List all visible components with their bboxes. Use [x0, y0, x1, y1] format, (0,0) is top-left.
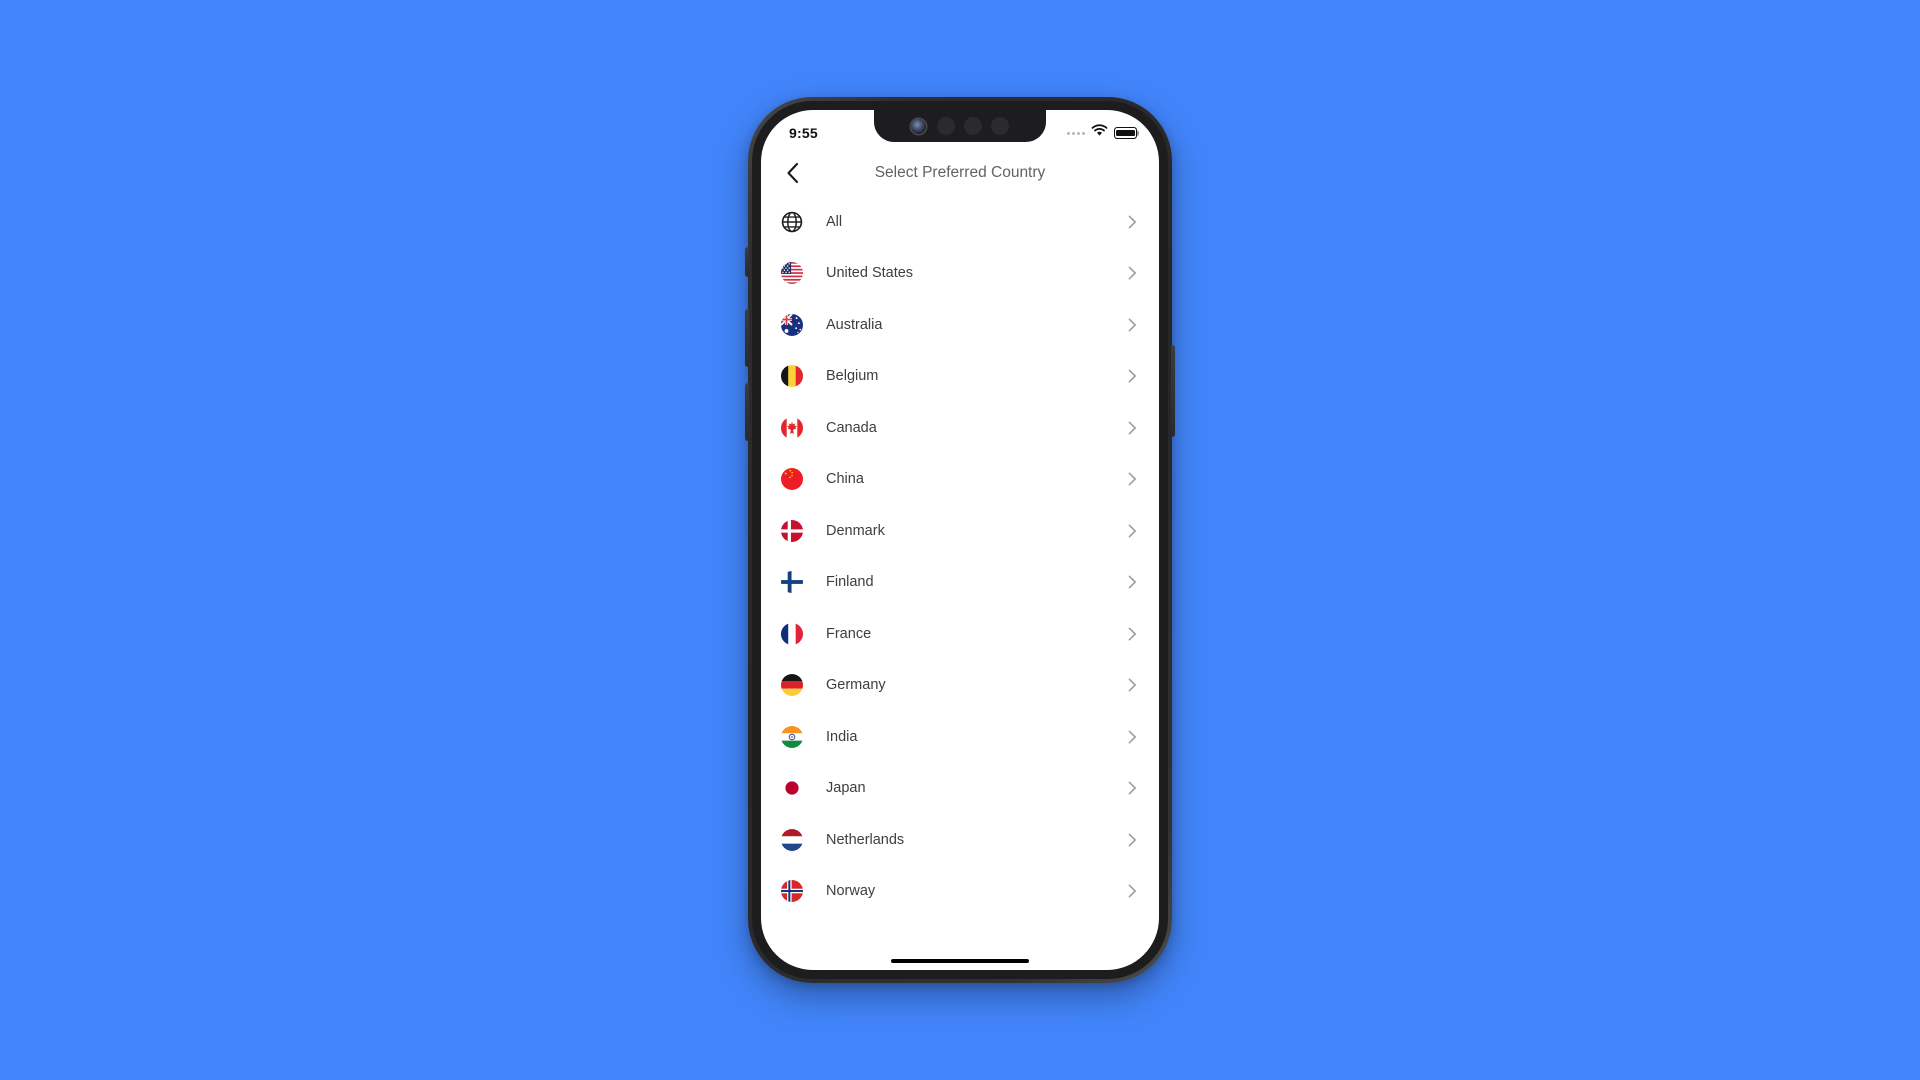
chevron-right-icon: [1125, 421, 1139, 435]
country-row[interactable]: Netherlands: [761, 814, 1159, 866]
flag-no-icon: [781, 880, 803, 903]
country-label: Japan: [826, 780, 866, 797]
wifi-icon: [1091, 124, 1108, 142]
country-row[interactable]: Russian Federation: [761, 917, 1159, 931]
status-time: 9:55: [789, 125, 818, 141]
flag-in-icon: [781, 725, 803, 748]
chevron-right-icon: [1125, 730, 1139, 744]
mute-switch-button[interactable]: [745, 247, 749, 277]
country-row[interactable]: United States: [761, 248, 1159, 300]
country-label: All: [826, 213, 843, 230]
chevron-right-icon: [1125, 781, 1139, 795]
chevron-right-icon: [1125, 524, 1139, 538]
country-label: Germany: [826, 677, 886, 694]
country-row[interactable]: Germany: [761, 660, 1159, 712]
status-bar-icons: [1067, 124, 1137, 142]
chevron-right-icon: [1125, 575, 1139, 589]
chevron-left-icon: [787, 162, 799, 184]
page-title: Select Preferred Country: [874, 164, 1046, 181]
volume-up-button[interactable]: [745, 309, 749, 367]
flag-fr-icon: [781, 622, 803, 645]
nav-header: Select Preferred Country: [761, 150, 1159, 196]
status-bar: 9:55: [761, 110, 1159, 150]
flag-jp-icon: [781, 777, 803, 800]
country-row[interactable]: India: [761, 711, 1159, 763]
flag-nl-icon: [781, 828, 803, 851]
flag-cn-icon: [781, 468, 803, 491]
flag-us-icon: [781, 262, 803, 285]
country-row[interactable]: Canada: [761, 402, 1159, 454]
country-label: Finland: [826, 574, 874, 591]
phone-device: 9:55 Select Preferred Country All United…: [745, 97, 1175, 983]
country-label: Denmark: [826, 522, 885, 539]
country-row[interactable]: Norway: [761, 866, 1159, 918]
country-label: United States: [826, 265, 914, 282]
country-label: Netherlands: [826, 831, 905, 848]
country-label: Australia: [826, 316, 883, 333]
globe-icon: [781, 211, 803, 233]
country-row[interactable]: All: [761, 196, 1159, 248]
chevron-right-icon: [1125, 627, 1139, 641]
flag-ca-icon: [781, 416, 803, 439]
country-label: France: [826, 625, 872, 642]
chevron-right-icon: [1125, 833, 1139, 847]
country-label: Belgium: [826, 368, 879, 385]
country-label: China: [826, 471, 864, 488]
chevron-right-icon: [1125, 678, 1139, 692]
chevron-right-icon: [1125, 472, 1139, 486]
chevron-right-icon: [1125, 318, 1139, 332]
volume-down-button[interactable]: [745, 383, 749, 441]
country-row[interactable]: Finland: [761, 557, 1159, 609]
flag-au-icon: [781, 313, 803, 336]
chevron-right-icon: [1125, 266, 1139, 280]
flag-be-icon: [781, 365, 803, 388]
chevron-right-icon: [1125, 884, 1139, 898]
country-label: Canada: [826, 419, 877, 436]
chevron-right-icon: [1125, 215, 1139, 229]
flag-dk-icon: [781, 519, 803, 542]
phone-screen: 9:55 Select Preferred Country All United…: [761, 110, 1159, 970]
battery-icon: [1114, 127, 1137, 139]
power-button[interactable]: [1171, 345, 1175, 437]
back-button[interactable]: [779, 159, 807, 187]
country-row[interactable]: Belgium: [761, 351, 1159, 403]
country-row[interactable]: Denmark: [761, 505, 1159, 557]
country-row[interactable]: China: [761, 454, 1159, 506]
country-row[interactable]: Japan: [761, 763, 1159, 815]
country-label: India: [826, 728, 858, 745]
cellular-dots-icon: [1067, 131, 1085, 135]
home-indicator: [891, 958, 1029, 963]
country-row[interactable]: France: [761, 608, 1159, 660]
flag-de-icon: [781, 674, 803, 697]
country-list[interactable]: All United States Australia Belgium Canada Ch…: [761, 196, 1159, 931]
flag-fi-icon: [781, 571, 803, 594]
country-label: Norway: [826, 883, 876, 900]
chevron-right-icon: [1125, 369, 1139, 383]
country-row[interactable]: Australia: [761, 299, 1159, 351]
